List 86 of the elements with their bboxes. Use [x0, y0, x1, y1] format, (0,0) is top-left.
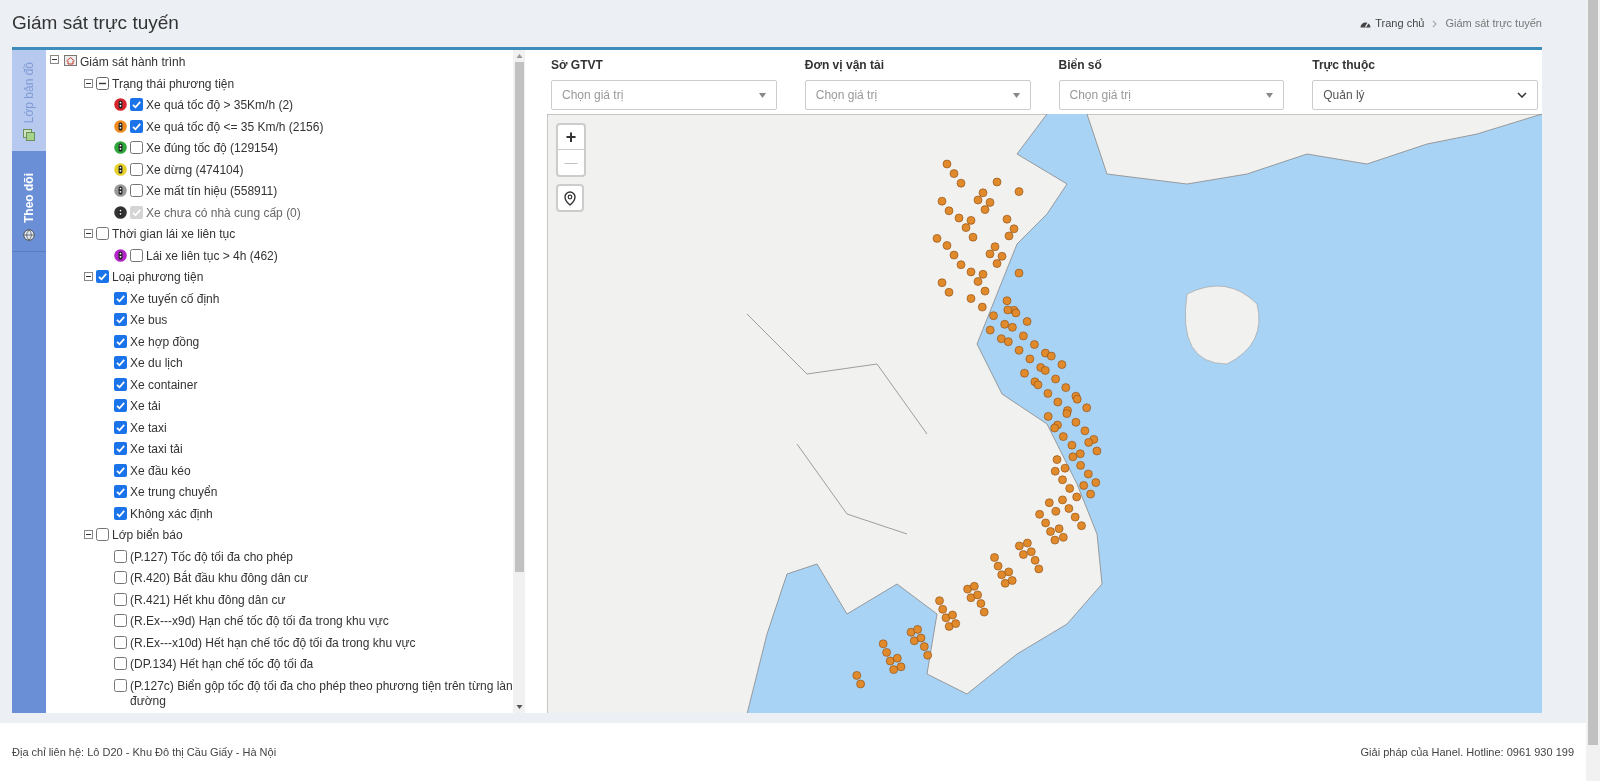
breadcrumb-link[interactable]: Trang chủ	[1360, 15, 1425, 32]
checkbox[interactable]	[114, 313, 127, 326]
chevron-icon	[1432, 19, 1438, 28]
checkbox[interactable]	[130, 141, 143, 154]
checkbox[interactable]	[96, 270, 109, 283]
tree-item-label[interactable]: Xe đầu kéo	[130, 463, 191, 479]
tree-item-label[interactable]: Trạng thái phương tiện	[112, 76, 235, 92]
checkbox[interactable]	[114, 334, 127, 348]
tree-item-label[interactable]: Xe dừng (474104)	[146, 162, 244, 178]
tree-item-label[interactable]: Xe taxi tải	[130, 442, 183, 457]
tree-item-label[interactable]: Không xác định	[130, 506, 213, 522]
zoom-in-button[interactable]: +	[558, 125, 584, 150]
checkbox[interactable]	[130, 119, 143, 133]
tree-item-label[interactable]: Xe bus	[130, 313, 168, 328]
tree-item-label[interactable]: (P.127) Tốc độ tối đa cho phép	[130, 549, 293, 565]
tree-item-label[interactable]: Loại phương tiện	[112, 270, 204, 285]
caret-icon	[758, 92, 766, 98]
tree-item-label[interactable]: Xe đúng tốc độ (129154)	[146, 141, 279, 156]
layers-icon	[23, 129, 35, 141]
scrollbar[interactable]	[513, 50, 525, 713]
map-pin-icon	[564, 190, 576, 206]
tree-item-label[interactable]: (P.127c) Biển gộp tốc độ tối đa cho phép theo phương tiện trên từng làn đường	[130, 678, 513, 709]
checkbox[interactable]	[114, 635, 127, 649]
footer-credit: Giải pháp của Hanel. Hotline: 0961 930 199	[1360, 744, 1574, 760]
checkbox[interactable]	[130, 162, 143, 176]
collapse-icon[interactable]	[84, 229, 93, 238]
checkbox[interactable]	[114, 549, 127, 563]
checkbox[interactable]	[114, 442, 127, 455]
tree-item-label[interactable]: Giám sát hành trình	[80, 55, 186, 70]
tree-item-label[interactable]: Xe du lịch	[130, 356, 183, 371]
tree-item-label[interactable]: Xe mất tín hiệu (558911)	[146, 184, 278, 199]
tree-item-label[interactable]: Xe container	[130, 377, 198, 393]
checkbox[interactable]	[96, 76, 109, 90]
checkbox[interactable]	[114, 678, 127, 692]
checkbox[interactable]	[114, 614, 127, 627]
tree-item-label[interactable]: Xe hợp đồng	[130, 334, 200, 350]
footer-address: Địa chỉ liên hệ: Lô D20 - Khu Đô thị Cầu Giấy - Hà Nội	[12, 744, 277, 760]
tree-item-label[interactable]: (R.Ex---x10d) Hết hạn chế tốc độ tối đa trong khu vực	[130, 635, 416, 651]
filter-label: Sở GTVT	[551, 57, 604, 74]
tree-item-label[interactable]: (R.Ex---x9d) Hạn chế tốc độ tối đa trong khu vực	[130, 614, 389, 629]
checkbox[interactable]	[114, 506, 127, 520]
checkbox[interactable]	[130, 98, 143, 111]
breadcrumb-current: Giám sát trực tuyến	[1445, 16, 1542, 32]
globe-icon	[23, 229, 35, 241]
select-field[interactable]: Quản lý	[1312, 80, 1538, 110]
chevron-icon	[1517, 92, 1527, 98]
tree-item-label[interactable]: Thời gian lái xe liên tục	[112, 227, 236, 242]
tree-item-label[interactable]: Xe taxi	[130, 420, 167, 436]
checkbox[interactable]	[114, 291, 127, 305]
filter-label: Trực thuộc	[1312, 57, 1376, 74]
location-button[interactable]	[556, 184, 584, 212]
collapse-icon[interactable]	[84, 272, 93, 281]
tree-item-label[interactable]: Xe quá tốc độ > 35Km/h (2)	[146, 98, 294, 113]
checkbox[interactable]	[114, 657, 127, 670]
checkbox[interactable]	[96, 528, 109, 541]
checkbox[interactable]	[114, 420, 127, 434]
collapse-icon[interactable]	[84, 78, 93, 88]
tree-item-label[interactable]: (R.420) Bắt đầu khu đông dân cư	[130, 571, 309, 586]
tree-item-label[interactable]: Xe trung chuyển	[130, 485, 218, 500]
checkbox[interactable]	[114, 592, 127, 606]
page-scrollbar[interactable]	[1586, 0, 1600, 781]
filter-label: Đơn vị vận tải	[804, 57, 885, 74]
collapse-icon[interactable]	[84, 530, 93, 539]
tree-item-label[interactable]: (R.421) Hết khu đông dân cư	[130, 592, 286, 608]
checkbox[interactable]	[96, 227, 109, 240]
checkbox[interactable]	[114, 463, 127, 477]
page-title: Giám sát trực tuyến	[12, 11, 179, 36]
tree-item-label[interactable]: Lớp biển báo	[112, 528, 183, 543]
home-icon	[64, 55, 77, 66]
checkbox[interactable]	[114, 485, 127, 498]
tree-item-label[interactable]: (DP.134) Hết hạn chế tốc độ tối đa	[130, 657, 314, 672]
checkbox[interactable]	[114, 571, 127, 584]
caret-icon	[1266, 92, 1274, 98]
collapse-icon[interactable]	[50, 55, 59, 64]
caret-icon	[1012, 92, 1020, 98]
tree-item-label[interactable]: Xe tuyến cố định	[130, 291, 220, 307]
tree-item-label[interactable]: Lái xe liên tục > 4h (462)	[146, 248, 278, 264]
tree-item-label[interactable]: Xe quá tốc độ <= 35 Km/h (2156)	[146, 119, 324, 135]
tree-item-label[interactable]: Xe tải	[130, 399, 161, 414]
checkbox[interactable]	[114, 356, 127, 369]
checkbox[interactable]	[130, 184, 143, 197]
checkbox[interactable]	[114, 377, 127, 391]
map-view[interactable]: + —	[547, 114, 1542, 713]
filter-label: Biển số	[1058, 57, 1103, 74]
checkbox[interactable]	[130, 248, 143, 262]
checkbox[interactable]	[114, 399, 127, 412]
